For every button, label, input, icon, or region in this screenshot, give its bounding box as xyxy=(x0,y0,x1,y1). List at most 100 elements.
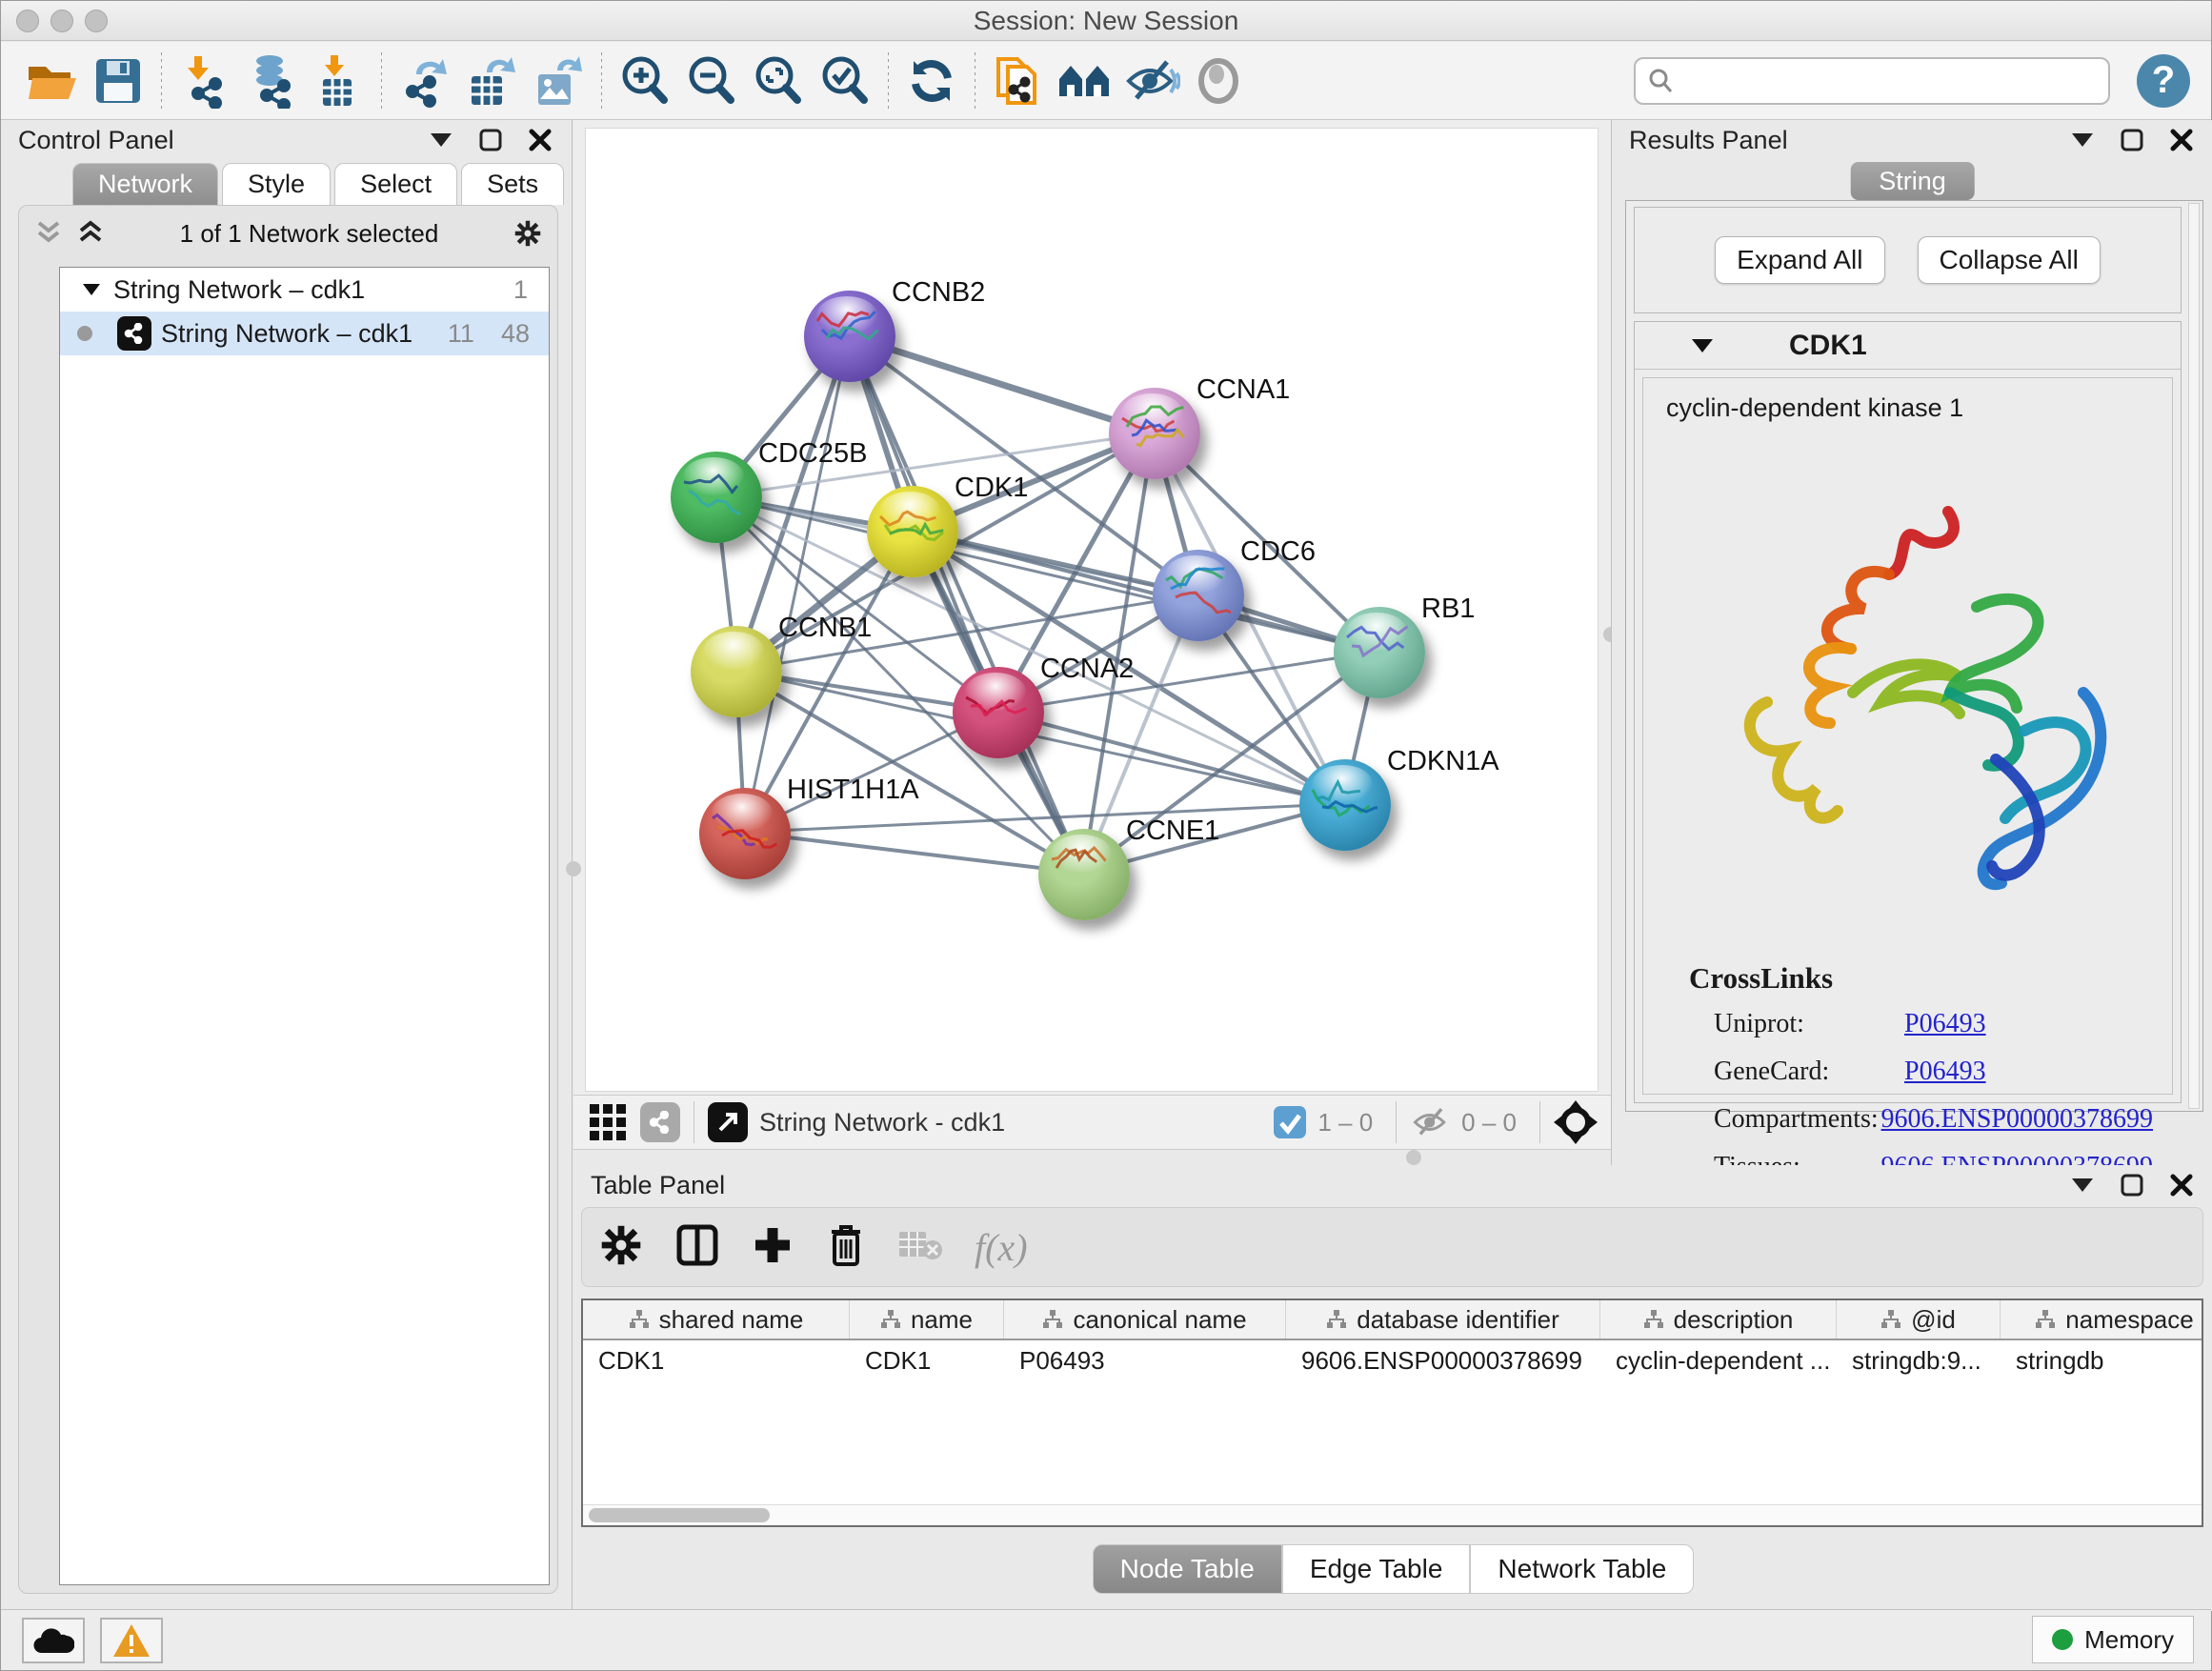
network-node-HIST1H1A[interactable] xyxy=(699,788,791,879)
cloud-button[interactable] xyxy=(22,1618,85,1663)
collapse-all-networks-icon[interactable] xyxy=(34,219,63,248)
tab-network[interactable]: Network xyxy=(72,163,218,205)
network-edge[interactable] xyxy=(745,336,850,833)
table-cell[interactable]: cyclin-dependent ... xyxy=(1600,1340,1837,1380)
tab-edge-table[interactable]: Edge Table xyxy=(1282,1544,1471,1594)
network-node-CCNA1[interactable] xyxy=(1109,388,1200,479)
panel-float-icon[interactable] xyxy=(2118,126,2146,154)
network-node-CDC6[interactable] xyxy=(1153,550,1244,641)
network-edge[interactable] xyxy=(745,833,1083,874)
network-edge[interactable] xyxy=(849,336,1153,433)
expand-all-networks-icon[interactable] xyxy=(76,219,105,248)
panel-close-icon[interactable] xyxy=(526,126,554,154)
hidden-eye-icon[interactable] xyxy=(1410,1105,1452,1139)
clone-network-button[interactable] xyxy=(985,48,1052,114)
tab-sets[interactable]: Sets xyxy=(461,163,564,205)
column-header-description[interactable]: description xyxy=(1600,1300,1837,1339)
network-options-gear-icon[interactable] xyxy=(513,219,542,248)
network-row[interactable]: String Network – cdk1 11 48 xyxy=(60,312,549,355)
column-header-canonical-name[interactable]: canonical name xyxy=(1004,1300,1286,1339)
string-view-icon[interactable] xyxy=(640,1102,680,1142)
tab-network-table[interactable]: Network Table xyxy=(1470,1544,1694,1594)
tab-select[interactable]: Select xyxy=(334,163,457,205)
import-network-file-button[interactable] xyxy=(171,48,238,114)
show-panels-button[interactable] xyxy=(1185,48,1252,114)
refresh-button[interactable] xyxy=(898,48,965,114)
table-horizontal-scrollbar[interactable] xyxy=(583,1504,2202,1525)
crosslink-link[interactable]: 9606.ENSP00000378699 xyxy=(1881,1104,2153,1135)
search-input[interactable] xyxy=(1676,66,2076,95)
panel-close-icon[interactable] xyxy=(2167,1171,2196,1199)
column-header-database-identifier[interactable]: database identifier xyxy=(1286,1300,1600,1339)
network-node-CCNB1[interactable] xyxy=(691,626,782,717)
column-header-shared-name[interactable]: shared name xyxy=(583,1300,850,1339)
show-columns-icon[interactable] xyxy=(675,1223,719,1272)
network-node-CCNA2[interactable] xyxy=(953,667,1044,758)
network-canvas[interactable]: CCNB2CCNA1CDC25BCDK1CDC6RB1CCNB1CCNA2CDK… xyxy=(585,128,1599,1092)
save-session-button[interactable] xyxy=(85,48,151,114)
collapse-all-button[interactable]: Collapse All xyxy=(1918,236,2101,284)
table-cell[interactable]: 9606.ENSP00000378699 xyxy=(1286,1340,1600,1380)
table-row[interactable]: CDK1CDK1P064939606.ENSP00000378699cyclin… xyxy=(583,1340,2202,1380)
scrollbar-thumb[interactable] xyxy=(589,1508,770,1522)
horizontal-splitter[interactable] xyxy=(573,1150,1611,1165)
table-cell[interactable]: stringdb xyxy=(2001,1340,2203,1380)
import-network-database-button[interactable] xyxy=(238,48,305,114)
birdseye-crosshair-icon[interactable] xyxy=(1554,1100,1598,1144)
memory-button[interactable]: Memory xyxy=(2032,1616,2194,1663)
network-node-CDC25B[interactable] xyxy=(671,452,762,543)
delete-column-icon[interactable] xyxy=(826,1222,866,1273)
selected-checkbox-icon[interactable] xyxy=(1272,1104,1308,1140)
table-cell[interactable]: P06493 xyxy=(1004,1340,1286,1380)
results-scrollbar[interactable] xyxy=(2188,203,2200,1109)
export-network-button[interactable] xyxy=(392,48,458,114)
zoom-out-button[interactable] xyxy=(678,48,745,114)
gene-collapse-icon[interactable] xyxy=(1692,339,1713,352)
warning-button[interactable] xyxy=(100,1618,163,1663)
crosslink-link[interactable]: P06493 xyxy=(1904,1057,1986,1087)
table-options-gear-icon[interactable] xyxy=(599,1223,643,1272)
network-node-CDK1[interactable] xyxy=(867,486,958,577)
network-collection-row[interactable]: String Network – cdk1 1 xyxy=(60,268,549,312)
import-table-file-button[interactable] xyxy=(305,48,372,114)
column-header-namespace[interactable]: namespace xyxy=(2001,1300,2203,1339)
add-column-icon[interactable] xyxy=(752,1224,794,1271)
network-edge[interactable] xyxy=(997,712,1343,804)
help-button[interactable]: ? xyxy=(2137,54,2190,108)
export-table-button[interactable] xyxy=(458,48,525,114)
panel-menu-icon[interactable] xyxy=(2068,1171,2097,1199)
table-cell[interactable]: CDK1 xyxy=(583,1340,850,1380)
tab-style[interactable]: Style xyxy=(222,163,331,205)
panel-menu-icon[interactable] xyxy=(427,126,455,154)
network-node-CDKN1A[interactable] xyxy=(1299,759,1391,851)
open-session-button[interactable] xyxy=(18,48,85,114)
export-image-button[interactable] xyxy=(525,48,592,114)
tree-expand-icon[interactable] xyxy=(83,284,100,295)
splitter-handle[interactable] xyxy=(1406,1150,1421,1165)
column-header--id[interactable]: @id xyxy=(1837,1300,2001,1339)
grid-view-icon[interactable] xyxy=(587,1101,629,1143)
zoom-fit-button[interactable] xyxy=(745,48,812,114)
zoom-in-button[interactable] xyxy=(612,48,678,114)
toolbar-search-box[interactable] xyxy=(1634,57,2110,105)
detach-view-icon[interactable] xyxy=(708,1102,748,1142)
panel-float-icon[interactable] xyxy=(2118,1171,2146,1199)
network-overview-button[interactable] xyxy=(1052,48,1118,114)
table-cell[interactable]: stringdb:9... xyxy=(1837,1340,2001,1380)
panel-float-icon[interactable] xyxy=(476,126,505,154)
expand-all-button[interactable]: Expand All xyxy=(1715,236,1884,284)
network-node-RB1[interactable] xyxy=(1334,607,1425,698)
tab-node-table[interactable]: Node Table xyxy=(1093,1544,1282,1594)
column-header-name[interactable]: name xyxy=(850,1300,1004,1339)
network-node-CCNB2[interactable] xyxy=(804,291,895,382)
crosslink-link[interactable]: P06493 xyxy=(1904,1009,1986,1039)
left-splitter-handle[interactable] xyxy=(566,861,581,876)
zoom-selected-button[interactable] xyxy=(812,48,878,114)
table-cell[interactable]: CDK1 xyxy=(850,1340,1004,1380)
panel-menu-icon[interactable] xyxy=(2068,126,2097,154)
tab-string[interactable]: String xyxy=(1850,162,1975,200)
hide-panels-button[interactable] xyxy=(1118,48,1185,114)
gene-section-header[interactable]: CDK1 xyxy=(1635,322,2181,370)
panel-close-icon[interactable] xyxy=(2167,126,2196,154)
network-node-CCNE1[interactable] xyxy=(1038,829,1130,920)
